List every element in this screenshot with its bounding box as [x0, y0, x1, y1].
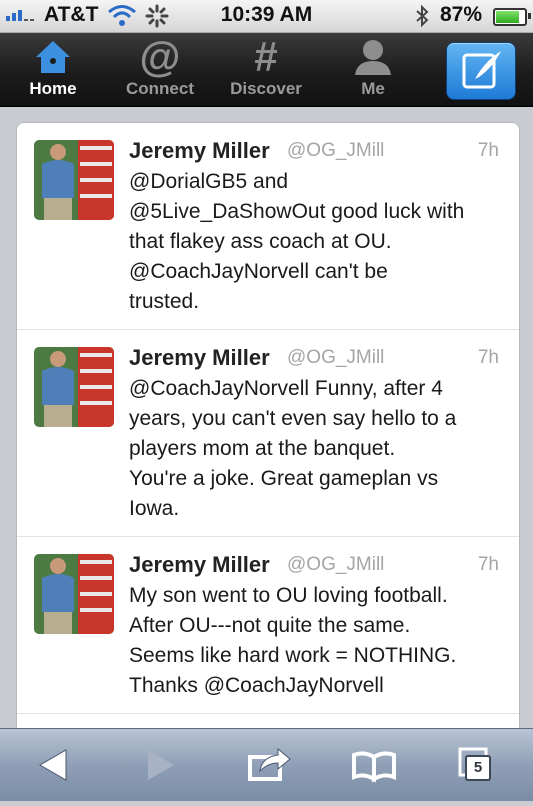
tab-count-badge: 5: [465, 755, 491, 781]
tweet-author-handle: @OG_JMill: [287, 554, 385, 575]
compose-tweet-button[interactable]: [446, 42, 516, 100]
status-bar: AT&T 10:39 AM 87%: [0, 0, 533, 33]
tweet-timestamp: 7h: [477, 554, 499, 575]
tab-connect-label: Connect: [126, 79, 194, 98]
tweet-text: @CoachJayNorvell Funny, after 4 years, y…: [129, 377, 457, 520]
tweet-author-name[interactable]: Jeremy Miller: [129, 552, 270, 578]
back-arrow-icon: [38, 749, 67, 781]
forward-arrow-icon: [148, 750, 174, 780]
back-button[interactable]: [14, 729, 94, 801]
tab-discover[interactable]: # Discover: [216, 33, 316, 106]
browser-toolbar: 5: [0, 728, 533, 801]
tabs-button[interactable]: 5: [440, 729, 520, 801]
tweet-timestamp: 7h: [477, 140, 499, 161]
top-navigation-bar: Home @ Connect # Discover Me: [0, 33, 533, 107]
tweet-item[interactable]: Jeremy Miller @OG_JMill 7h @CoachJayNorv…: [17, 330, 519, 537]
tweet-text: @DorialGB5 and @5Live_DaShowOut good luc…: [129, 170, 465, 313]
avatar[interactable]: [34, 347, 114, 427]
compose-icon: [462, 51, 501, 89]
battery-percentage: 87%: [440, 3, 483, 26]
avatar[interactable]: [34, 554, 114, 634]
hash-icon: #: [254, 33, 278, 80]
tweet-author-handle: @OG_JMill: [287, 140, 385, 161]
tab-connect[interactable]: @ Connect: [110, 33, 210, 106]
battery-level-fill: [496, 11, 519, 23]
at-icon: @: [139, 33, 181, 80]
share-button[interactable]: [228, 729, 308, 801]
battery-icon: [493, 8, 531, 26]
forward-button[interactable]: [120, 729, 200, 801]
tweet-author-name[interactable]: Jeremy Miller: [129, 138, 270, 164]
bookmarks-icon: [352, 751, 396, 783]
tab-me-label: Me: [361, 79, 385, 98]
tab-me[interactable]: Me: [323, 33, 423, 106]
tab-home[interactable]: Home: [3, 33, 103, 106]
tweet-author-name[interactable]: Jeremy Miller: [129, 345, 270, 371]
tweet-timeline[interactable]: Jeremy Miller @OG_JMill 7h @DorialGB5 an…: [16, 122, 520, 744]
avatar[interactable]: [34, 140, 114, 220]
tweet-timestamp: 7h: [477, 347, 499, 368]
share-icon: [248, 747, 291, 781]
tweet-author-handle: @OG_JMill: [287, 347, 385, 368]
tweet-item[interactable]: Jeremy Miller @OG_JMill 7h @DorialGB5 an…: [17, 123, 519, 330]
tweet-text: My son went to OU loving football. After…: [129, 584, 457, 697]
tab-discover-label: Discover: [230, 79, 302, 98]
person-icon: [323, 33, 423, 79]
home-icon: [3, 33, 103, 79]
tab-home-label: Home: [29, 79, 77, 98]
bookmarks-button[interactable]: [334, 729, 414, 801]
tweet-item[interactable]: Jeremy Miller @OG_JMill 7h My son went t…: [17, 537, 519, 714]
bluetooth-icon: [413, 4, 431, 34]
